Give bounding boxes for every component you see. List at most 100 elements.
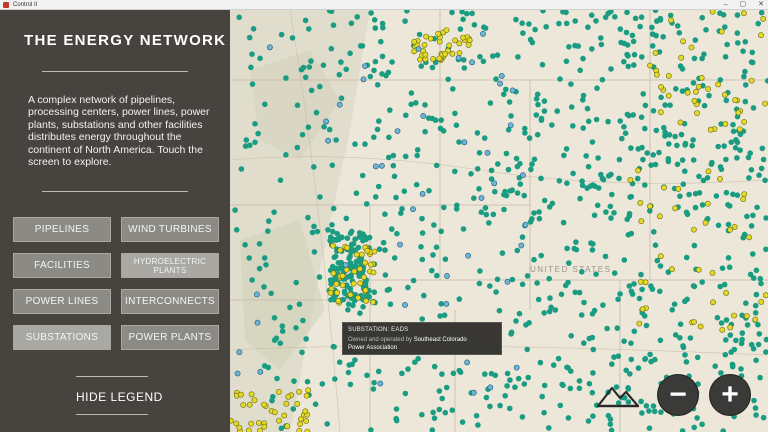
map-marker[interactable] bbox=[682, 168, 688, 174]
map-marker[interactable] bbox=[464, 10, 470, 17]
map-marker[interactable] bbox=[380, 239, 387, 246]
map-marker[interactable] bbox=[408, 90, 415, 96]
map-marker[interactable] bbox=[335, 297, 342, 304]
map-marker[interactable] bbox=[585, 24, 591, 30]
map-marker[interactable] bbox=[581, 299, 587, 306]
map-marker[interactable] bbox=[727, 226, 733, 233]
map-marker[interactable] bbox=[464, 359, 470, 366]
map-marker[interactable] bbox=[672, 332, 679, 338]
map-marker[interactable] bbox=[654, 18, 660, 24]
map-marker[interactable] bbox=[709, 10, 716, 15]
map-marker[interactable] bbox=[332, 376, 338, 382]
map-marker[interactable] bbox=[714, 314, 721, 321]
map-marker[interactable] bbox=[521, 192, 527, 199]
map-marker[interactable] bbox=[394, 230, 400, 237]
hide-legend-button[interactable]: HIDE LEGEND bbox=[76, 390, 163, 404]
map-marker[interactable] bbox=[243, 137, 250, 143]
map-marker[interactable] bbox=[233, 227, 240, 233]
map-marker[interactable] bbox=[419, 411, 425, 418]
map-marker[interactable] bbox=[696, 173, 702, 180]
map-marker[interactable] bbox=[660, 34, 666, 40]
map-marker[interactable] bbox=[401, 188, 408, 194]
map-marker[interactable] bbox=[682, 298, 688, 305]
map-marker[interactable] bbox=[718, 166, 725, 173]
map-marker[interactable] bbox=[563, 20, 570, 27]
map-marker[interactable] bbox=[580, 92, 587, 99]
facilities-button[interactable]: FACILITIES bbox=[13, 253, 111, 278]
map-marker[interactable] bbox=[648, 162, 654, 168]
map-marker[interactable] bbox=[746, 234, 752, 241]
map-marker[interactable] bbox=[402, 153, 409, 160]
wind-turbines-button[interactable]: WIND TURBINES bbox=[121, 217, 219, 242]
map-marker[interactable] bbox=[742, 98, 749, 105]
map-marker[interactable] bbox=[636, 295, 643, 302]
map-marker[interactable] bbox=[755, 20, 761, 27]
map-marker[interactable] bbox=[333, 265, 340, 272]
map-marker[interactable] bbox=[600, 302, 606, 308]
map-marker[interactable] bbox=[371, 134, 377, 140]
map-marker[interactable] bbox=[413, 181, 420, 188]
map-marker[interactable] bbox=[503, 150, 510, 157]
map-marker[interactable] bbox=[589, 389, 596, 396]
map-marker[interactable] bbox=[391, 255, 398, 261]
map-marker[interactable] bbox=[242, 242, 248, 248]
map-marker[interactable] bbox=[473, 412, 480, 419]
map-marker[interactable] bbox=[457, 26, 464, 32]
map-marker[interactable] bbox=[265, 364, 272, 371]
map-marker[interactable] bbox=[503, 86, 509, 93]
map-marker[interactable] bbox=[476, 280, 483, 287]
map-marker[interactable] bbox=[558, 291, 565, 298]
map-marker[interactable] bbox=[353, 190, 360, 196]
map-marker[interactable] bbox=[498, 73, 505, 79]
map-marker[interactable] bbox=[305, 214, 311, 221]
map-marker[interactable] bbox=[557, 76, 563, 82]
map-marker[interactable] bbox=[371, 248, 378, 255]
map-marker[interactable] bbox=[471, 22, 478, 28]
map-marker[interactable] bbox=[680, 38, 686, 45]
map-marker[interactable] bbox=[692, 88, 699, 95]
map-marker[interactable] bbox=[638, 14, 645, 20]
map-marker[interactable] bbox=[758, 298, 765, 305]
map-marker[interactable] bbox=[331, 237, 338, 243]
map-marker[interactable] bbox=[513, 318, 519, 324]
map-marker[interactable] bbox=[362, 287, 369, 294]
map-marker[interactable] bbox=[393, 417, 400, 424]
map-marker[interactable] bbox=[543, 24, 549, 30]
map-marker[interactable] bbox=[356, 234, 363, 240]
map-marker[interactable] bbox=[326, 126, 333, 133]
map-marker[interactable] bbox=[518, 242, 525, 249]
map-marker[interactable] bbox=[426, 187, 432, 194]
map-marker[interactable] bbox=[438, 117, 444, 123]
map-marker[interactable] bbox=[669, 266, 675, 273]
map-marker[interactable] bbox=[673, 86, 679, 92]
map-marker[interactable] bbox=[422, 128, 428, 135]
map-marker[interactable] bbox=[732, 97, 739, 104]
map-marker[interactable] bbox=[421, 42, 428, 48]
map-marker[interactable] bbox=[299, 131, 306, 138]
map-marker[interactable] bbox=[339, 272, 346, 279]
map-marker[interactable] bbox=[635, 146, 642, 152]
map-marker[interactable] bbox=[414, 152, 420, 159]
map-marker[interactable] bbox=[758, 280, 764, 287]
map-marker[interactable] bbox=[480, 58, 487, 65]
map-marker[interactable] bbox=[541, 108, 548, 114]
map-marker[interactable] bbox=[357, 310, 363, 317]
map-marker[interactable] bbox=[379, 53, 386, 60]
map-marker[interactable] bbox=[568, 333, 574, 339]
map-marker[interactable] bbox=[722, 121, 729, 127]
map-marker[interactable] bbox=[345, 369, 352, 376]
map-marker[interactable] bbox=[747, 271, 754, 278]
map-marker[interactable] bbox=[328, 45, 335, 52]
map-marker[interactable] bbox=[652, 50, 659, 56]
map-marker[interactable] bbox=[267, 44, 273, 51]
map-marker[interactable] bbox=[317, 194, 323, 200]
map-marker[interactable] bbox=[534, 280, 540, 286]
map-marker[interactable] bbox=[450, 370, 457, 377]
map-marker[interactable] bbox=[393, 406, 400, 412]
map-marker[interactable] bbox=[556, 20, 562, 27]
map-marker[interactable] bbox=[371, 289, 378, 296]
map-marker[interactable] bbox=[394, 128, 401, 134]
map-marker[interactable] bbox=[505, 166, 512, 173]
map-marker[interactable] bbox=[647, 351, 653, 358]
map-marker[interactable] bbox=[742, 82, 749, 88]
